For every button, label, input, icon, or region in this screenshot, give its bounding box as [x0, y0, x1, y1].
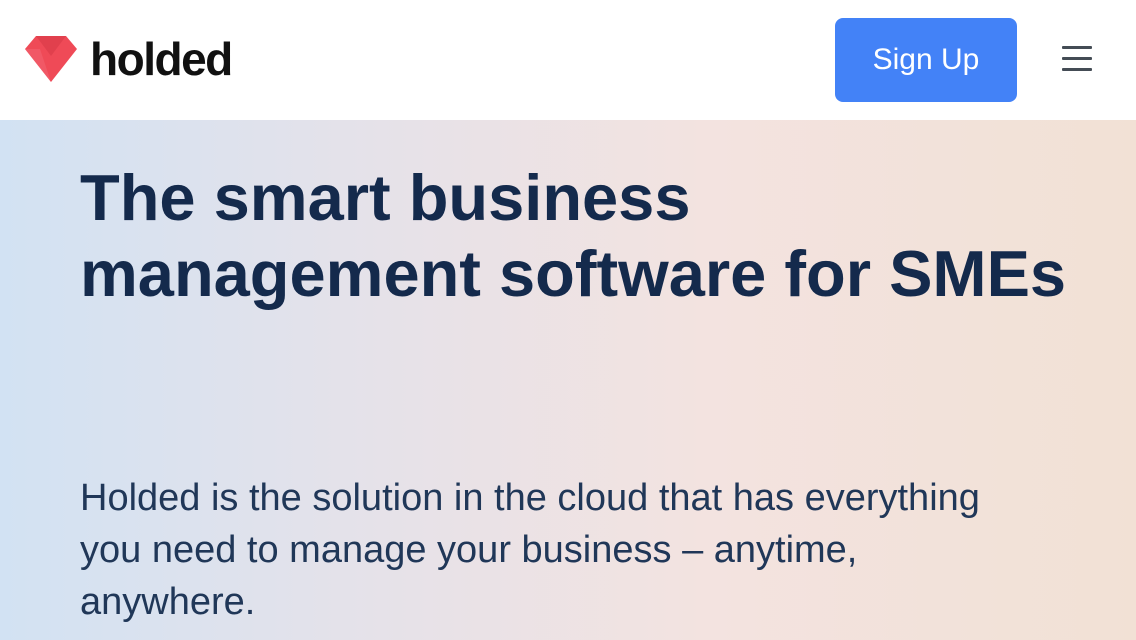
holded-logo-icon — [25, 36, 77, 82]
hero-subtitle: Holded is the solution in the cloud that… — [80, 477, 980, 623]
site-header: holded Sign Up — [0, 0, 1136, 120]
brand-logo[interactable]: holded — [24, 33, 233, 85]
hamburger-menu-icon[interactable] — [1058, 40, 1096, 78]
hero-title: The smart business management software f… — [80, 161, 1067, 310]
brand-name: holded — [90, 33, 233, 85]
sign-up-button[interactable]: Sign Up — [835, 18, 1017, 102]
